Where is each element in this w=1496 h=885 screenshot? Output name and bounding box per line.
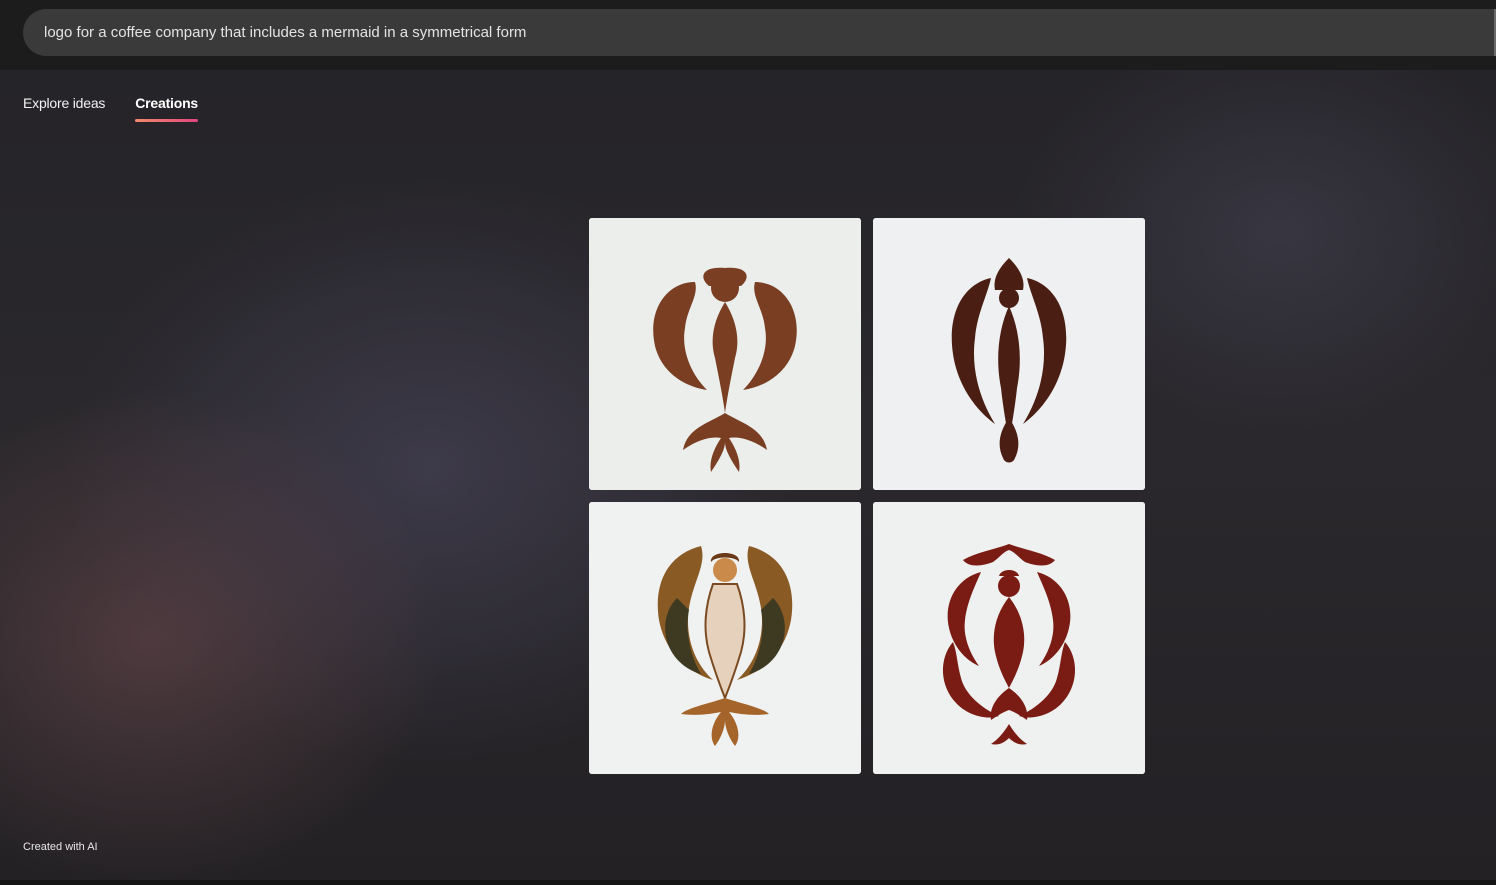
- mermaid-logo-3-icon: [589, 502, 861, 774]
- generated-image-1[interactable]: [589, 218, 861, 490]
- generated-image-4[interactable]: [873, 502, 1145, 774]
- generated-image-2[interactable]: [873, 218, 1145, 490]
- generated-image-3[interactable]: [589, 502, 861, 774]
- mermaid-logo-1-icon: [589, 218, 861, 490]
- tab-creations[interactable]: Creations: [135, 95, 198, 122]
- bottom-edge: [0, 880, 1496, 885]
- search-query[interactable]: logo for a coffee company that includes …: [44, 24, 526, 41]
- mermaid-logo-4-icon: [873, 502, 1145, 774]
- footer-created-with-ai: Created with AI: [23, 841, 98, 853]
- top-bar: logo for a coffee company that includes …: [0, 0, 1496, 70]
- image-grid: [589, 218, 1145, 774]
- tab-explore-ideas[interactable]: Explore ideas: [23, 95, 105, 122]
- tab-bar: Explore ideas Creations: [23, 95, 198, 122]
- search-bar[interactable]: logo for a coffee company that includes …: [23, 9, 1496, 56]
- mermaid-logo-2-icon: [873, 218, 1145, 490]
